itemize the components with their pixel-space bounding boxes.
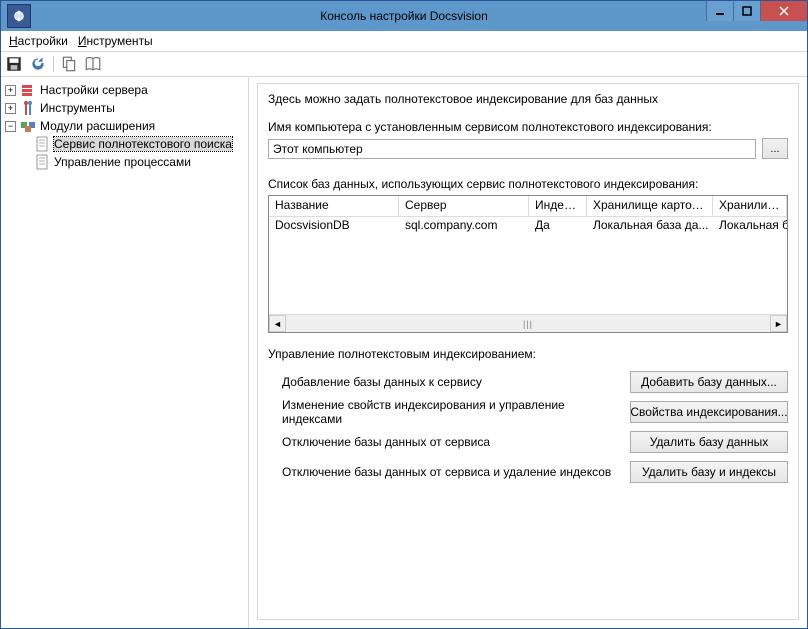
tree-node-workflow[interactable]: Управление процессами: [5, 153, 244, 171]
tree-label: Настройки сервера: [40, 83, 148, 97]
grid-header: Название Сервер Индекс... Хранилище карт…: [269, 196, 787, 217]
tree-label: Модули расширения: [40, 119, 155, 133]
toolbar: [1, 52, 807, 77]
expand-placeholder: [19, 157, 30, 168]
tree-node-server-settings[interactable]: + Настройки сервера: [5, 81, 244, 99]
scroll-track[interactable]: |||: [286, 315, 770, 332]
scroll-left-icon[interactable]: ◄: [269, 315, 286, 332]
cell-name: DocsvisionDB: [269, 217, 399, 235]
horizontal-scrollbar[interactable]: ◄ ||| ►: [269, 314, 787, 332]
tree-label: Инструменты: [40, 101, 115, 115]
management-label: Управление полнотекстовым индексирование…: [268, 347, 788, 361]
scroll-grip-icon: |||: [523, 319, 533, 329]
close-button[interactable]: [760, 1, 807, 21]
minimize-button[interactable]: [706, 1, 733, 21]
content-panel: Здесь можно задать полнотекстовое индекс…: [257, 83, 799, 620]
page-icon: [34, 136, 50, 152]
col-server[interactable]: Сервер: [399, 196, 529, 216]
title-bar: Консоль настройки Docsvision: [1, 1, 807, 31]
mgmt-add-label: Добавление базы данных к сервису: [282, 375, 630, 389]
page-icon: [34, 154, 50, 170]
scroll-right-icon[interactable]: ►: [770, 315, 787, 332]
window-controls: [706, 1, 807, 21]
app-icon: [7, 4, 31, 28]
management-group: Управление полнотекстовым индексирование…: [268, 347, 788, 489]
expand-icon[interactable]: +: [5, 85, 16, 96]
mgmt-row-remove-indexes: Отключение базы данных от сервиса и удал…: [268, 459, 788, 485]
mgmt-props-label: Изменение свойств индексирования и управ…: [282, 398, 630, 426]
mgmt-row-remove: Отключение базы данных от сервиса Удалит…: [268, 429, 788, 455]
host-input[interactable]: [268, 139, 756, 159]
tree-label: Сервис полнотекстового поиска: [54, 137, 232, 151]
col-file-store[interactable]: Хранилище ф: [713, 196, 787, 216]
cell-index: Да: [529, 217, 587, 235]
content-area: Здесь можно задать полнотекстовое индекс…: [249, 77, 807, 628]
tree-node-fulltext-service[interactable]: Сервис полнотекстового поиска: [5, 135, 244, 153]
mgmt-remove-indexes-label: Отключение базы данных от сервиса и удал…: [282, 465, 630, 479]
cell-server: sql.company.com: [399, 217, 529, 235]
add-db-button[interactable]: Добавить базу данных...: [630, 371, 788, 393]
app-window: Консоль настройки Docsvision Настройки И…: [0, 0, 808, 629]
toolbar-separator: [53, 56, 54, 72]
tree-node-extensions[interactable]: − Модули расширения: [5, 117, 244, 135]
mgmt-row-add: Добавление базы данных к сервису Добавит…: [268, 369, 788, 395]
db-grid: Название Сервер Индекс... Хранилище карт…: [268, 195, 788, 333]
list-label: Список баз данных, использующих сервис п…: [268, 177, 788, 191]
refresh-icon[interactable]: [29, 55, 47, 73]
col-index[interactable]: Индекс...: [529, 196, 587, 216]
grid-body: DocsvisionDB sql.company.com Да Локальна…: [269, 217, 787, 314]
browse-button[interactable]: ...: [762, 138, 788, 159]
window-title: Консоль настройки Docsvision: [1, 9, 807, 23]
cell-file-store: Локальная ба: [713, 217, 787, 235]
col-card-store[interactable]: Хранилище карточек: [587, 196, 713, 216]
tree-node-tools[interactable]: + Инструменты: [5, 99, 244, 117]
copy-icon[interactable]: [60, 55, 78, 73]
module-icon: [20, 118, 36, 134]
table-row[interactable]: DocsvisionDB sql.company.com Да Локальна…: [269, 217, 787, 235]
nav-tree: + Настройки сервера + Инструменты − Моду…: [1, 77, 249, 628]
panel-description: Здесь можно задать полнотекстовое индекс…: [268, 92, 788, 106]
book-icon[interactable]: [84, 55, 102, 73]
tree-label: Управление процессами: [54, 155, 191, 169]
host-label: Имя компьютера с установленным сервисом …: [268, 120, 788, 134]
index-props-button[interactable]: Свойства индексирования...: [630, 401, 788, 423]
menu-tools[interactable]: Инструменты: [74, 33, 157, 49]
save-icon[interactable]: [5, 55, 23, 73]
mgmt-row-props: Изменение свойств индексирования и управ…: [268, 399, 788, 425]
collapse-icon[interactable]: −: [5, 121, 16, 132]
expand-icon[interactable]: +: [5, 103, 16, 114]
remove-db-button[interactable]: Удалить базу данных: [630, 431, 788, 453]
cell-card-store: Локальная база да...: [587, 217, 713, 235]
tools-icon: [20, 100, 36, 116]
remove-db-indexes-button[interactable]: Удалить базу и индексы: [630, 461, 788, 483]
body: + Настройки сервера + Инструменты − Моду…: [1, 77, 807, 628]
col-name[interactable]: Название: [269, 196, 399, 216]
menu-settings[interactable]: Настройки: [5, 33, 72, 49]
menu-bar: Настройки Инструменты: [1, 31, 807, 52]
maximize-button[interactable]: [733, 1, 760, 21]
mgmt-remove-label: Отключение базы данных от сервиса: [282, 435, 630, 449]
expand-placeholder: [19, 139, 30, 150]
server-icon: [20, 82, 36, 98]
host-field-row: ...: [268, 138, 788, 159]
